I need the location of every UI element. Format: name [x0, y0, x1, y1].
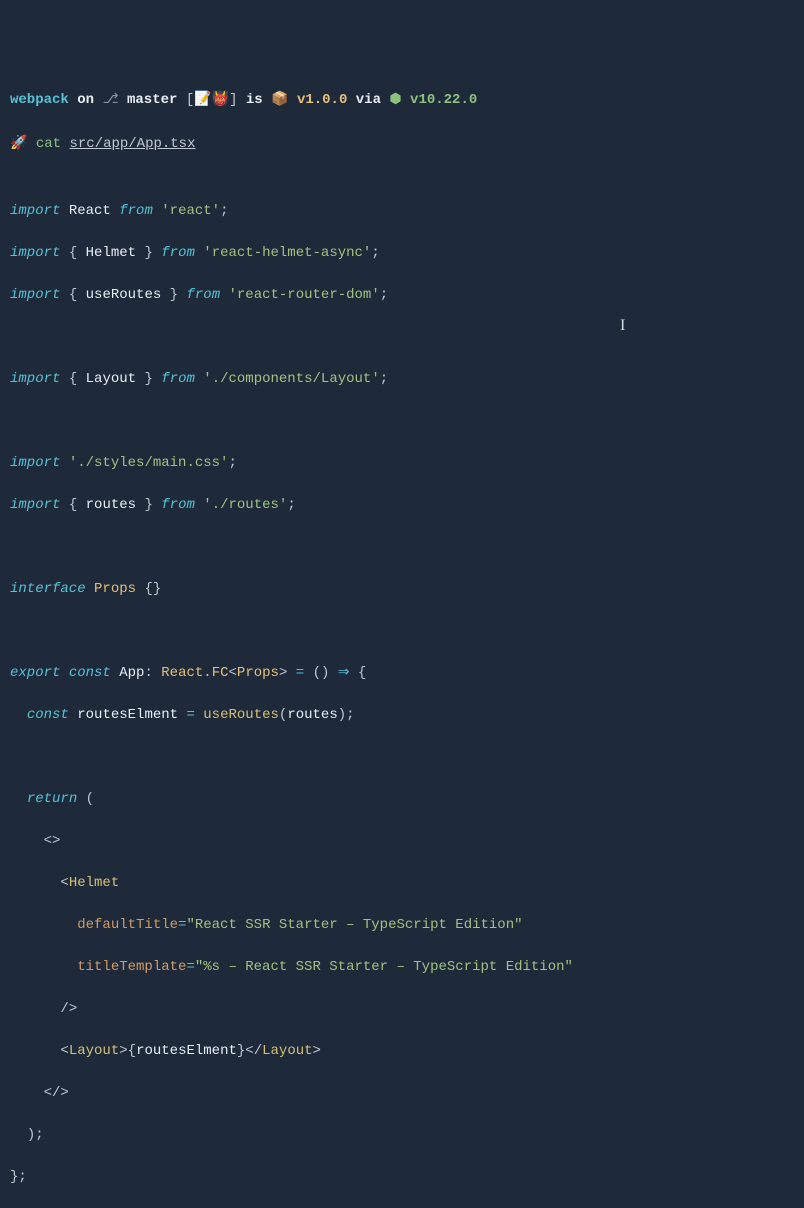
shell-prompt-line-2[interactable]: 🚀 cat src/app/App.tsx — [10, 134, 794, 155]
code-line: export const App: React.FC<Props> = () ⇒… — [10, 663, 794, 684]
package-icon: 📦 — [271, 92, 288, 108]
code-line — [10, 537, 794, 558]
text-cursor-icon: I — [620, 314, 625, 338]
is-word: is — [246, 92, 263, 108]
code-line: <Layout>{routesElment}</Layout> — [10, 1041, 794, 1062]
shell-prompt-line-1: webpack on ⎇ master [📝👹] is 📦 v1.0.0 via… — [10, 90, 794, 111]
code-line: /> — [10, 999, 794, 1020]
code-line: import { useRoutes } from 'react-router-… — [10, 285, 794, 306]
code-line: }; — [10, 1167, 794, 1188]
code-output: import React from 'react'; import { Helm… — [10, 180, 794, 1208]
code-line — [10, 327, 794, 348]
package-version: v1.0.0 — [297, 92, 347, 108]
git-branch: master — [127, 92, 177, 108]
code-line: <> — [10, 831, 794, 852]
project-name: webpack — [10, 92, 69, 108]
code-line: </> — [10, 1083, 794, 1104]
on-word: on — [77, 92, 94, 108]
code-line: import React from 'react'; — [10, 201, 794, 222]
code-line: import { Layout } from './components/Lay… — [10, 369, 794, 390]
code-line: <Helmet — [10, 873, 794, 894]
code-line: import { Helmet } from 'react-helmet-asy… — [10, 243, 794, 264]
node-version: v10.22.0 — [410, 92, 477, 108]
file-path: src/app/App.tsx — [69, 136, 195, 152]
command-name: cat — [36, 136, 61, 152]
code-line: import './styles/main.css'; — [10, 453, 794, 474]
code-line: ); — [10, 1125, 794, 1146]
git-status-emoji: [📝👹] — [186, 92, 238, 108]
prompt-rocket-icon: 🚀 — [10, 136, 27, 152]
code-line: defaultTitle="React SSR Starter – TypeSc… — [10, 915, 794, 936]
code-line: titleTemplate="%s – React SSR Starter – … — [10, 957, 794, 978]
branch-icon: ⎇ — [102, 92, 118, 108]
code-line: interface Props {} — [10, 579, 794, 600]
code-line: return ( — [10, 789, 794, 810]
code-line: import { routes } from './routes'; — [10, 495, 794, 516]
via-word: via — [356, 92, 381, 108]
code-line — [10, 747, 794, 768]
node-icon: ⬢ — [389, 92, 401, 108]
code-line — [10, 411, 794, 432]
code-line: const routesElment = useRoutes(routes); — [10, 705, 794, 726]
code-line — [10, 621, 794, 642]
